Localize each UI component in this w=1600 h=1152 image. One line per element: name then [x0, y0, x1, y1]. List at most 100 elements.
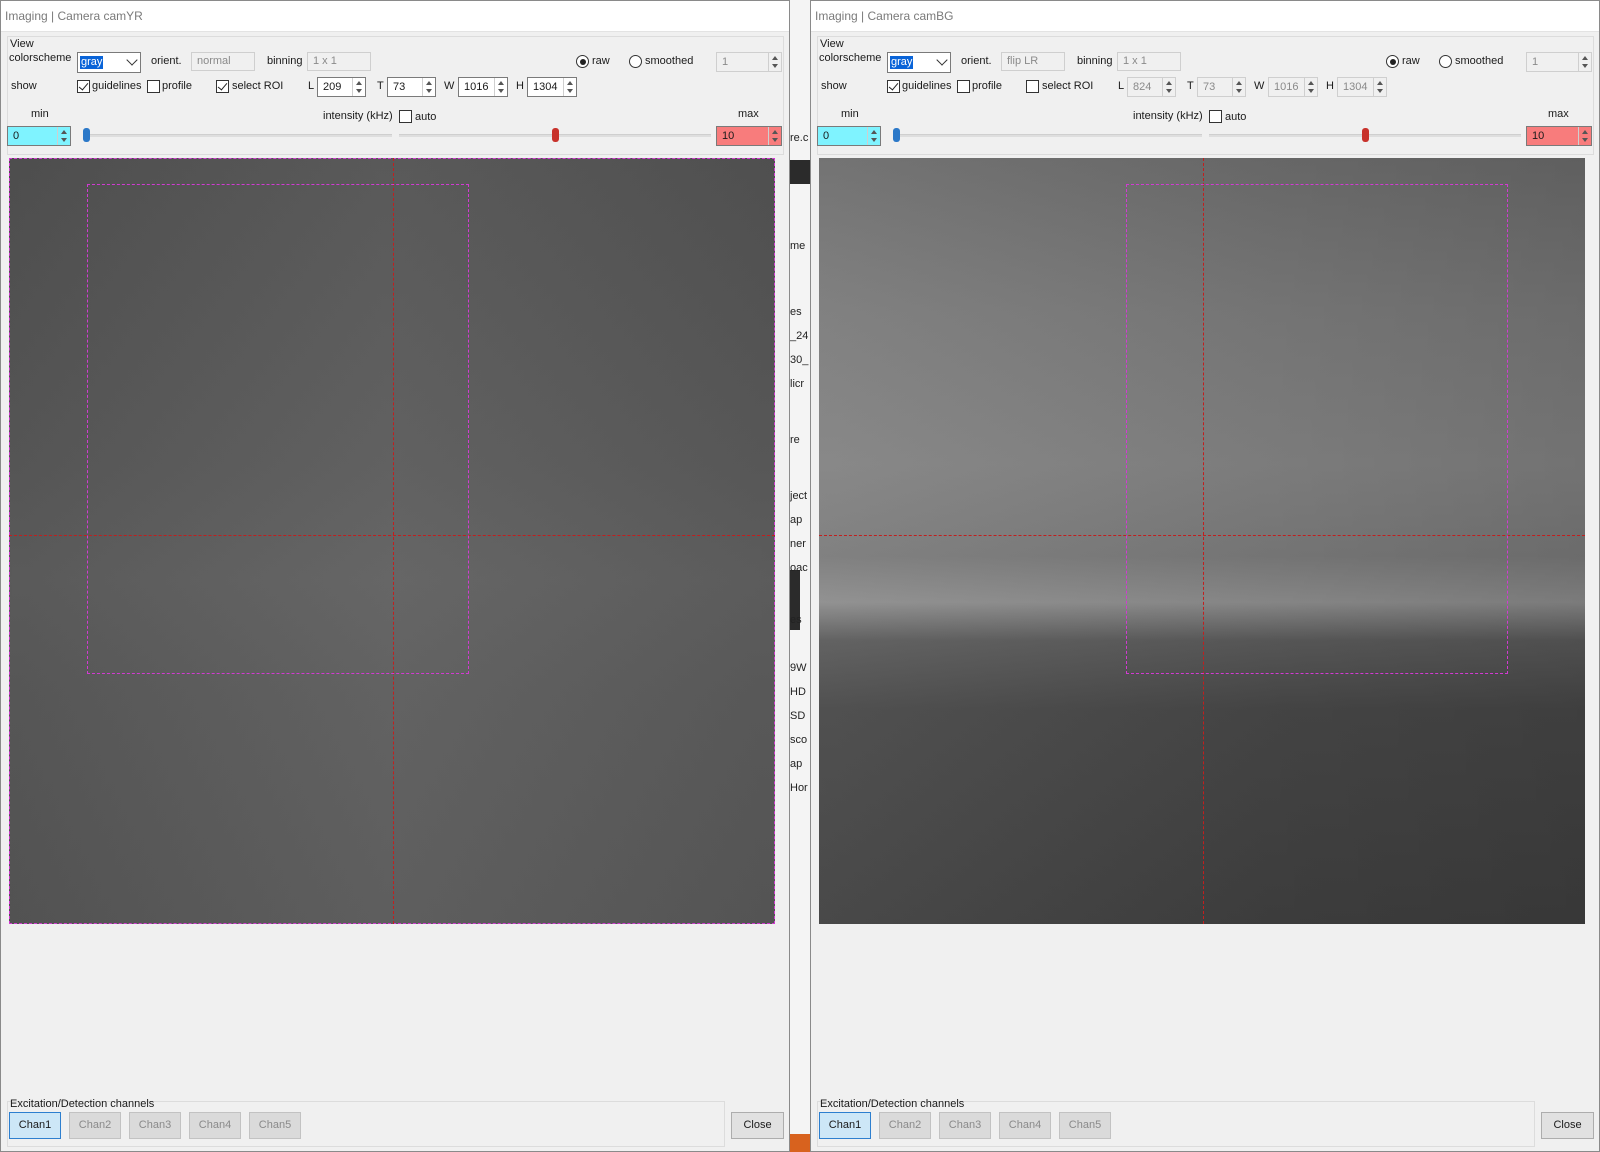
select-roi-checkbox[interactable] — [1026, 80, 1039, 93]
auto-checkbox[interactable] — [1209, 110, 1222, 123]
min-slider-handle[interactable] — [893, 128, 900, 142]
stepper-buttons[interactable] — [867, 127, 880, 145]
stepper-buttons[interactable] — [494, 78, 507, 96]
stepper-buttons[interactable] — [352, 78, 365, 96]
raw-radio[interactable] — [576, 55, 589, 68]
window-titlebar[interactable]: Imaging | Camera camYR — [1, 1, 789, 32]
camera-image-view[interactable] — [9, 158, 775, 924]
smoothed-radio[interactable] — [1439, 55, 1452, 68]
background-strip-text: 9W — [790, 662, 807, 674]
raw-radio[interactable] — [1386, 55, 1399, 68]
background-strip-text: licr — [790, 378, 805, 390]
background-window-strip: re.c me es _24 30_ licr re ject ap ner o… — [790, 0, 810, 1152]
up-arrow-icon — [772, 56, 778, 60]
window-title: Imaging | Camera camBG — [815, 9, 954, 23]
stepper-buttons — [1373, 78, 1386, 96]
down-arrow-icon — [1582, 138, 1588, 142]
min-intensity-stepper[interactable]: 0 — [817, 126, 881, 146]
roi-left-stepper[interactable]: 209 — [317, 77, 366, 97]
stepper-buttons[interactable] — [422, 78, 435, 96]
roi-top-stepper: 73 — [1197, 77, 1246, 97]
stepper-buttons[interactable] — [57, 127, 70, 145]
show-label: show — [11, 80, 37, 92]
roi-top-value: 73 — [393, 81, 406, 93]
min-label: min — [841, 108, 859, 120]
channel-button-chan3[interactable]: Chan3 — [129, 1112, 181, 1139]
stepper-buttons[interactable] — [563, 78, 576, 96]
channel-button-chan2[interactable]: Chan2 — [879, 1112, 931, 1139]
colorscheme-dropdown[interactable]: gray — [887, 52, 951, 73]
close-button[interactable]: Close — [1541, 1112, 1594, 1139]
up-arrow-icon — [1377, 81, 1383, 85]
stepper-buttons[interactable] — [1578, 127, 1591, 145]
auto-checkbox[interactable] — [399, 110, 412, 123]
up-arrow-icon — [1308, 81, 1314, 85]
smoothed-radio[interactable] — [629, 55, 642, 68]
channel-button-chan3[interactable]: Chan3 — [939, 1112, 991, 1139]
roi-rectangle — [1126, 184, 1508, 674]
min-slider-handle[interactable] — [83, 128, 90, 142]
smooth-amount-stepper: 1 — [716, 52, 782, 72]
min-intensity-stepper[interactable]: 0 — [7, 126, 71, 146]
guidelines-label: guidelines — [92, 80, 142, 92]
view-group-label: View — [10, 38, 34, 50]
background-strip-text: es — [790, 306, 802, 318]
up-arrow-icon — [772, 130, 778, 134]
background-strip-text: es — [790, 614, 802, 626]
channel-button-chan5[interactable]: Chan5 — [1059, 1112, 1111, 1139]
stepper-buttons[interactable] — [768, 127, 781, 145]
select-roi-label: select ROI — [1042, 80, 1094, 92]
roi-top-label: T — [1187, 80, 1194, 92]
roi-left-label: L — [308, 80, 315, 92]
roi-height-value: 1304 — [533, 81, 558, 93]
up-arrow-icon — [1166, 81, 1172, 85]
max-slider-handle[interactable] — [1362, 128, 1369, 142]
max-slider-handle[interactable] — [552, 128, 559, 142]
max-intensity-value: 10 — [722, 130, 735, 142]
auto-label: auto — [1225, 111, 1247, 123]
up-arrow-icon — [61, 130, 67, 134]
min-intensity-slider[interactable] — [894, 134, 1202, 137]
channel-button-chan1[interactable]: Chan1 — [819, 1112, 871, 1139]
channel-button-chan5[interactable]: Chan5 — [249, 1112, 301, 1139]
colorscheme-dropdown[interactable]: gray — [77, 52, 141, 73]
background-strip-text: ject — [790, 490, 808, 502]
profile-checkbox[interactable] — [147, 80, 160, 93]
channels-group-label: Excitation/Detection channels — [820, 1098, 965, 1110]
close-button[interactable]: Close — [731, 1112, 784, 1139]
down-arrow-icon — [772, 138, 778, 142]
chevron-down-icon — [936, 54, 948, 66]
intensity-label: intensity (kHz) — [323, 110, 393, 122]
auto-label: auto — [415, 111, 437, 123]
colorscheme-label: colorscheme — [819, 52, 882, 64]
guidelines-checkbox[interactable] — [77, 80, 90, 93]
roi-rectangle[interactable] — [87, 184, 469, 674]
channel-button-chan1[interactable]: Chan1 — [9, 1112, 61, 1139]
roi-height-stepper[interactable]: 1304 — [527, 77, 577, 97]
window-titlebar[interactable]: Imaging | Camera camBG — [811, 1, 1599, 32]
select-roi-checkbox[interactable] — [216, 80, 229, 93]
min-intensity-value: 0 — [13, 130, 20, 142]
profile-checkbox[interactable] — [957, 80, 970, 93]
orient-label: orient. — [151, 55, 182, 67]
roi-top-stepper[interactable]: 73 — [387, 77, 436, 97]
profile-label: profile — [162, 80, 192, 92]
view-group-label: View — [820, 38, 844, 50]
down-arrow-icon — [426, 89, 432, 93]
smoothed-label: smoothed — [1455, 55, 1504, 67]
roi-width-stepper[interactable]: 1016 — [458, 77, 508, 97]
guidelines-checkbox[interactable] — [887, 80, 900, 93]
intensity-label: intensity (kHz) — [1133, 110, 1203, 122]
channel-button-chan2[interactable]: Chan2 — [69, 1112, 121, 1139]
max-intensity-stepper[interactable]: 10 — [716, 126, 782, 146]
stepper-buttons — [768, 53, 781, 71]
camera-image-view[interactable] — [819, 158, 1585, 924]
roi-width-label: W — [444, 80, 455, 92]
channel-button-chan4[interactable]: Chan4 — [189, 1112, 241, 1139]
min-label: min — [31, 108, 49, 120]
roi-left-value: 209 — [323, 81, 342, 93]
max-intensity-stepper[interactable]: 10 — [1526, 126, 1592, 146]
roi-left-label: L — [1118, 80, 1125, 92]
channel-button-chan4[interactable]: Chan4 — [999, 1112, 1051, 1139]
min-intensity-slider[interactable] — [84, 134, 392, 137]
